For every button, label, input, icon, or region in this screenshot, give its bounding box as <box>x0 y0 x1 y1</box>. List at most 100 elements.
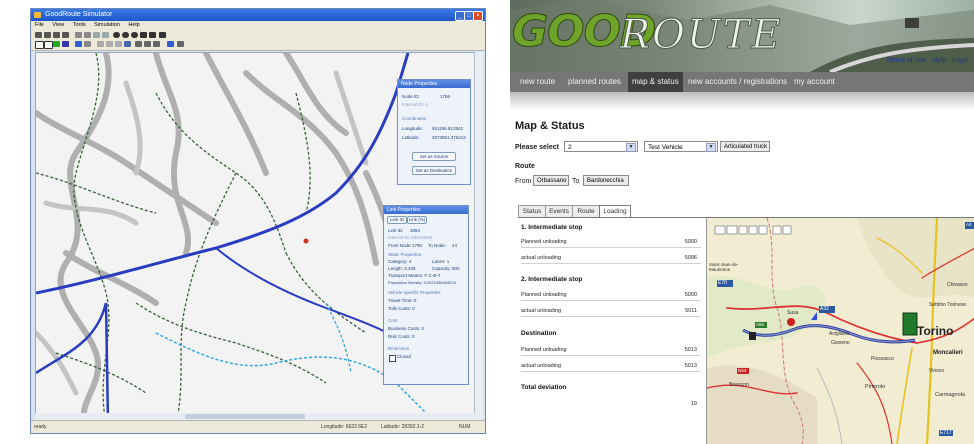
arrow-icon[interactable] <box>97 41 104 47</box>
vertical-scrollbar[interactable] <box>474 52 483 422</box>
menu-help[interactable]: Help <box>128 22 139 28</box>
to-label: To <box>572 178 580 185</box>
pointer-icon[interactable] <box>35 41 44 49</box>
status-bar: ready Longitude: 6622.6E2 Latitude: 2839… <box>31 420 485 433</box>
row-value: 5013 <box>684 363 697 369</box>
nav-new-accounts[interactable]: new accounts / registrations <box>688 72 787 92</box>
hscroll-thumb[interactable] <box>185 414 305 419</box>
new-icon[interactable] <box>35 32 42 38</box>
row-label: actual unloading <box>521 255 562 261</box>
node-id-label: Node ID: <box>402 94 420 99</box>
route-select-value: 2 <box>568 144 572 151</box>
select-icon[interactable] <box>44 41 53 49</box>
tab-link-id[interactable]: Link ID <box>387 216 407 224</box>
set-source-button[interactable]: Set as Source <box>412 152 456 161</box>
save-icon[interactable] <box>53 32 60 38</box>
nav-my-account[interactable]: my account <box>794 72 835 92</box>
cost-label: Cost <box>388 318 398 323</box>
play-icon[interactable] <box>167 41 174 47</box>
route-select[interactable]: 2 ▼ <box>564 141 638 152</box>
node-tool-icon[interactable] <box>53 41 60 47</box>
route-label: Route <box>515 163 535 170</box>
print-icon[interactable] <box>62 32 69 38</box>
set-destination-button[interactable]: Set as Destination <box>412 166 456 175</box>
row-label: Planned unloading <box>521 292 567 298</box>
node-longitude-value: 561196.812842 <box>432 126 463 131</box>
menu-view[interactable]: View <box>52 22 64 28</box>
row-label: Planned unloading <box>521 239 567 245</box>
link-properties-panel: Link Properties Link ID Link (%) Link ID… <box>383 205 469 385</box>
step2-icon[interactable] <box>144 41 151 47</box>
step3-icon[interactable] <box>153 41 160 47</box>
layers-icon[interactable] <box>102 32 109 38</box>
link-id-label: Link ID: <box>388 228 404 233</box>
waypoint-marker[interactable] <box>749 332 756 340</box>
map-label-susa: Susa <box>787 310 799 316</box>
help-icon[interactable] <box>159 32 166 38</box>
closed-label: Closed <box>397 354 412 359</box>
help-link[interactable]: Help <box>932 57 946 64</box>
zoom-in-icon[interactable] <box>113 32 120 38</box>
row-value: 5011 <box>685 308 697 314</box>
tab-link-percent[interactable]: Link (%) <box>407 216 427 224</box>
logo-link[interactable]: Logo <box>952 57 968 64</box>
close-button[interactable]: × <box>473 11 483 21</box>
node-longitude-label: Longitude: <box>402 126 424 131</box>
map-shield-a55: A55 <box>756 322 765 327</box>
loading-panel: 1. Intermediate stop Planned unloading 5… <box>518 218 704 444</box>
map-shield-a32: A32 <box>820 306 829 312</box>
stop-marker[interactable] <box>787 318 795 326</box>
link-tool-icon[interactable] <box>62 41 69 47</box>
zoom-extent-icon[interactable] <box>131 32 138 38</box>
menu-simulation[interactable]: Simulation <box>94 22 120 28</box>
route-tool-icon[interactable] <box>75 41 82 47</box>
arrow3-icon[interactable] <box>115 41 122 47</box>
length-label: Length: 0.405 <box>388 266 416 271</box>
list-item: Planned unloading 5000 <box>521 291 701 301</box>
map-shield-e717: E717 <box>939 430 953 436</box>
list-item: actual unloading 5011 <box>521 307 701 317</box>
menu-tools[interactable]: Tools <box>73 22 86 28</box>
measure-icon[interactable] <box>84 41 91 47</box>
static-properties-label: Static Properties <box>388 252 422 257</box>
map-shield-e70: E70 <box>718 280 727 286</box>
vehicle-select[interactable]: Test Vehicle ▼ <box>644 141 718 152</box>
edit-icon[interactable] <box>124 41 131 47</box>
window-title: GoodRoute Simulator <box>45 11 113 18</box>
transport-means-label: Transport Means: F-C-B-T <box>388 273 441 278</box>
zoom-out-icon[interactable] <box>122 32 129 38</box>
row-value: 5006 <box>684 255 697 261</box>
nav-planned-routes[interactable]: planned routes <box>568 72 621 92</box>
route-map[interactable]: Torino Avigliana Giaveno Piossasco Monca… <box>706 218 974 444</box>
table-icon[interactable] <box>140 32 147 38</box>
to-node-label: To Node: <box>428 243 447 248</box>
truck-marker[interactable] <box>902 312 918 336</box>
toolbar <box>31 30 485 51</box>
status-latitude: Latitude: 28392.1-2 <box>381 424 425 430</box>
nav-new-route[interactable]: new route <box>520 72 555 92</box>
line-icon[interactable] <box>84 32 91 38</box>
menu-file[interactable]: File <box>35 22 44 28</box>
status-longitude: Longitude: 6622.6E2 <box>321 424 368 430</box>
travel-time-label: Travel Time: 0 <box>388 298 417 303</box>
open-icon[interactable] <box>44 32 51 38</box>
step1-icon[interactable] <box>135 41 142 47</box>
terms-link[interactable]: Terms of use <box>886 57 926 64</box>
map-label-torino: Torino <box>917 324 954 338</box>
export-icon[interactable] <box>149 32 156 38</box>
chevron-down-icon: ▼ <box>626 143 636 152</box>
business-costs-label: Business Costs: 0 <box>388 326 425 331</box>
stop-icon[interactable] <box>177 41 184 47</box>
closed-checkbox[interactable] <box>389 355 396 362</box>
arrow2-icon[interactable] <box>106 41 113 47</box>
pencil-icon[interactable] <box>75 32 82 38</box>
nav-map-status[interactable]: map & status <box>628 72 683 92</box>
grid-icon[interactable] <box>93 32 100 38</box>
capacity-label: Capacity: 600 <box>432 266 460 271</box>
nav-shadow <box>510 92 974 110</box>
logo-route: ROUTE <box>620 12 783 59</box>
vehicle-select-value: Test Vehicle <box>648 144 683 151</box>
selected-node-marker[interactable] <box>303 238 309 244</box>
from-node-value: 1790 <box>412 243 423 248</box>
horizontal-scrollbar[interactable] <box>35 413 475 420</box>
